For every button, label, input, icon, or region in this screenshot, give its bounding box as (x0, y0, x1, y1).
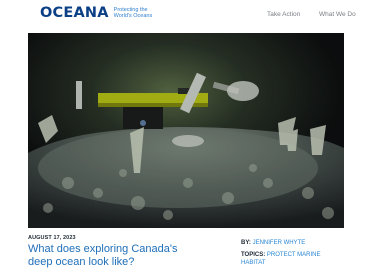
logo-tagline: Protecting the World's Oceans (114, 7, 153, 20)
nav-what-we-do[interactable]: What We Do (319, 11, 356, 18)
oceana-logo[interactable]: OCEANA Protecting the World's Oceans (40, 5, 152, 21)
article-title-line2[interactable]: deep ocean look like? (28, 256, 134, 268)
deep-sea-seafloor-image (28, 33, 344, 228)
hero-image (28, 33, 344, 228)
site-header: OCEANA Protecting the World's Oceans Tak… (0, 0, 370, 30)
logo-tagline-line2: World's Oceans (113, 13, 153, 19)
article-date: AUGUST 17, 2023 (28, 235, 76, 241)
logo-tagline-line1: Protecting the (113, 6, 148, 13)
article-topics: TOPICS: PROTECT MARINE HABITAT (241, 251, 341, 267)
article-title[interactable]: What does exploring Canada's deep ocean … (28, 243, 238, 268)
by-label: BY: (241, 240, 251, 246)
article-byline: BY: JENNIFER WHYTE (241, 239, 305, 247)
topics-label: TOPICS: (241, 252, 266, 258)
logo-wordmark: OCEANA (40, 5, 109, 21)
article-title-line1[interactable]: What does exploring Canada's (28, 243, 177, 255)
nav-take-action[interactable]: Take Action (267, 11, 300, 18)
author-link[interactable]: JENNIFER WHYTE (253, 240, 306, 246)
